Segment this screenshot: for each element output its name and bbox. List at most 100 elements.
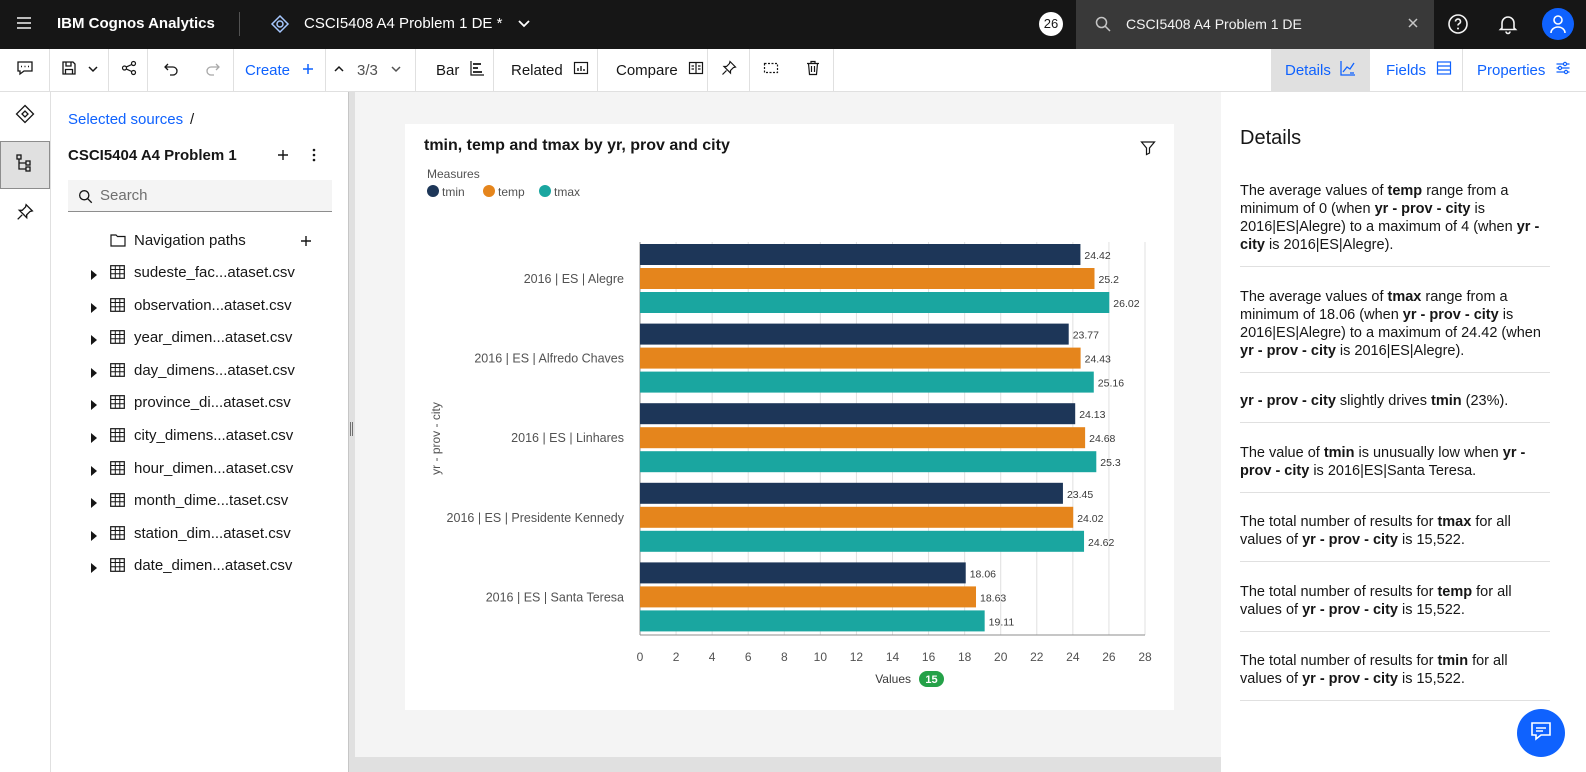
save-menu-button[interactable] (51, 49, 109, 91)
search-input[interactable] (100, 180, 320, 211)
chevron-down-icon[interactable] (516, 16, 532, 37)
divider (239, 12, 240, 36)
pin-button[interactable] (708, 49, 750, 91)
rail-pins-button[interactable] (0, 190, 50, 238)
bar-tmin (640, 403, 1076, 425)
table-icon (110, 265, 125, 283)
caret-right-icon[interactable] (90, 397, 98, 414)
undo-button[interactable] (150, 49, 192, 91)
data-label: 25.2 (1099, 274, 1120, 286)
table-name: month_dime...taset.csv (134, 492, 289, 510)
insight-item: yr - prov - city slightly drives tmin (2… (1240, 392, 1550, 423)
document-title[interactable]: CSCI5408 A4 Problem 1 DE * (304, 15, 502, 32)
data-label: 26.02 (1113, 298, 1139, 310)
insight-item: The total number of results for tmin for… (1240, 652, 1550, 701)
related-button[interactable]: Related (494, 49, 598, 91)
caret-right-icon[interactable] (90, 560, 98, 577)
global-search[interactable]: CSCI5408 A4 Problem 1 DE (1076, 0, 1434, 49)
table-row[interactable]: city_dimens...ataset.csv (51, 420, 348, 452)
visualization-card[interactable]: tmin, temp and tmax by yr, prov and city… (405, 124, 1174, 710)
chat-icon (1530, 720, 1552, 747)
navigation-paths-item[interactable]: Navigation paths (51, 225, 348, 257)
select-area-button[interactable] (751, 49, 791, 91)
table-row[interactable]: year_dimen...ataset.csv (51, 322, 348, 354)
table-name: year_dimen...ataset.csv (134, 329, 293, 347)
breadcrumb-selected-sources[interactable]: Selected sources (68, 111, 183, 128)
related-label: Related (511, 61, 563, 79)
overflow-menu-icon[interactable] (311, 148, 317, 167)
comment-icon (16, 59, 34, 81)
panel-resize-handle[interactable] (348, 92, 355, 772)
help-icon[interactable] (1447, 13, 1469, 40)
table-row[interactable]: province_di...ataset.csv (51, 387, 348, 419)
caret-right-icon[interactable] (90, 300, 98, 317)
add-source-icon[interactable] (277, 148, 289, 166)
bar-tmax (640, 371, 1094, 393)
data-label: 24.42 (1084, 250, 1110, 262)
pin-icon (16, 202, 34, 226)
properties-tab[interactable]: Properties (1462, 49, 1586, 91)
data-label: 24.43 (1085, 354, 1111, 366)
bar-temp (640, 268, 1095, 289)
table-icon (110, 395, 125, 413)
table-row[interactable]: observation...ataset.csv (51, 290, 348, 322)
caret-right-icon[interactable] (90, 463, 98, 480)
compare-button[interactable]: Compare (598, 49, 708, 91)
add-navigation-path-icon[interactable] (300, 234, 312, 251)
data-label: 18.63 (980, 592, 1006, 604)
properties-label: Properties (1477, 61, 1546, 79)
sources-panel: Selected sources / CSCI5404 A4 Problem 1… (51, 92, 348, 772)
create-button[interactable]: Create (234, 49, 326, 91)
navigate-icon (15, 104, 35, 129)
rail-navigate-button[interactable] (0, 92, 50, 140)
notifications-bell-icon[interactable] (1497, 13, 1519, 40)
y-tick-label: 2016 | ES | Alegre (524, 272, 624, 286)
caret-right-icon[interactable] (90, 267, 98, 284)
details-tab[interactable]: Details (1271, 49, 1369, 91)
user-avatar-icon[interactable] (1542, 8, 1574, 40)
comment-button[interactable] (0, 49, 50, 91)
legend-label: tmax (554, 185, 580, 199)
rail-data-sources-button[interactable] (0, 141, 50, 189)
compare-label: Compare (616, 61, 678, 79)
y-tick-label: 2016 | ES | Santa Teresa (486, 590, 624, 604)
bar-tmin (640, 482, 1063, 504)
trash-icon (805, 60, 821, 80)
table-row[interactable]: day_dimens...ataset.csv (51, 355, 348, 387)
legend-swatch (427, 185, 439, 197)
share-button[interactable] (110, 49, 148, 91)
search-input[interactable]: CSCI5408 A4 Problem 1 DE (1126, 16, 1302, 32)
bar-tmax (640, 292, 1110, 313)
caret-right-icon[interactable] (90, 495, 98, 512)
source-search (68, 180, 332, 212)
fields-tab[interactable]: Fields (1369, 49, 1462, 91)
dashboard-canvas: tmin, temp and tmax by yr, prov and city… (355, 92, 1221, 757)
top-bar: IBM Cognos Analytics CSCI5408 A4 Problem… (0, 0, 1586, 49)
x-tick-label: 14 (886, 650, 900, 664)
redo-button[interactable] (192, 49, 234, 91)
table-row[interactable]: station_dim...ataset.csv (51, 518, 348, 550)
chevron-up-icon[interactable] (333, 62, 345, 79)
caret-right-icon[interactable] (90, 332, 98, 349)
caret-right-icon[interactable] (90, 430, 98, 447)
table-row[interactable]: date_dimen...ataset.csv (51, 550, 348, 582)
assistant-chat-button[interactable] (1517, 709, 1565, 757)
visualization-type-button[interactable]: Bar (416, 49, 494, 91)
x-tick-label: 16 (922, 650, 936, 664)
close-icon[interactable] (1405, 15, 1421, 36)
create-label: Create (245, 61, 291, 79)
table-row[interactable]: hour_dimen...ataset.csv (51, 453, 348, 485)
delete-button[interactable] (792, 49, 834, 91)
chevron-down-icon[interactable] (390, 62, 402, 79)
notification-count-badge[interactable]: 26 (1039, 12, 1063, 36)
hamburger-menu-icon[interactable] (14, 13, 34, 33)
table-row[interactable]: sudeste_fac...ataset.csv (51, 257, 348, 289)
bar-temp (640, 347, 1081, 369)
bar-tmin (640, 323, 1069, 345)
table-row[interactable]: month_dime...taset.csv (51, 485, 348, 517)
x-tick-label: 22 (1030, 650, 1044, 664)
caret-right-icon[interactable] (90, 365, 98, 382)
caret-right-icon[interactable] (90, 528, 98, 545)
table-icon (110, 297, 125, 316)
data-tree-icon (15, 153, 35, 178)
